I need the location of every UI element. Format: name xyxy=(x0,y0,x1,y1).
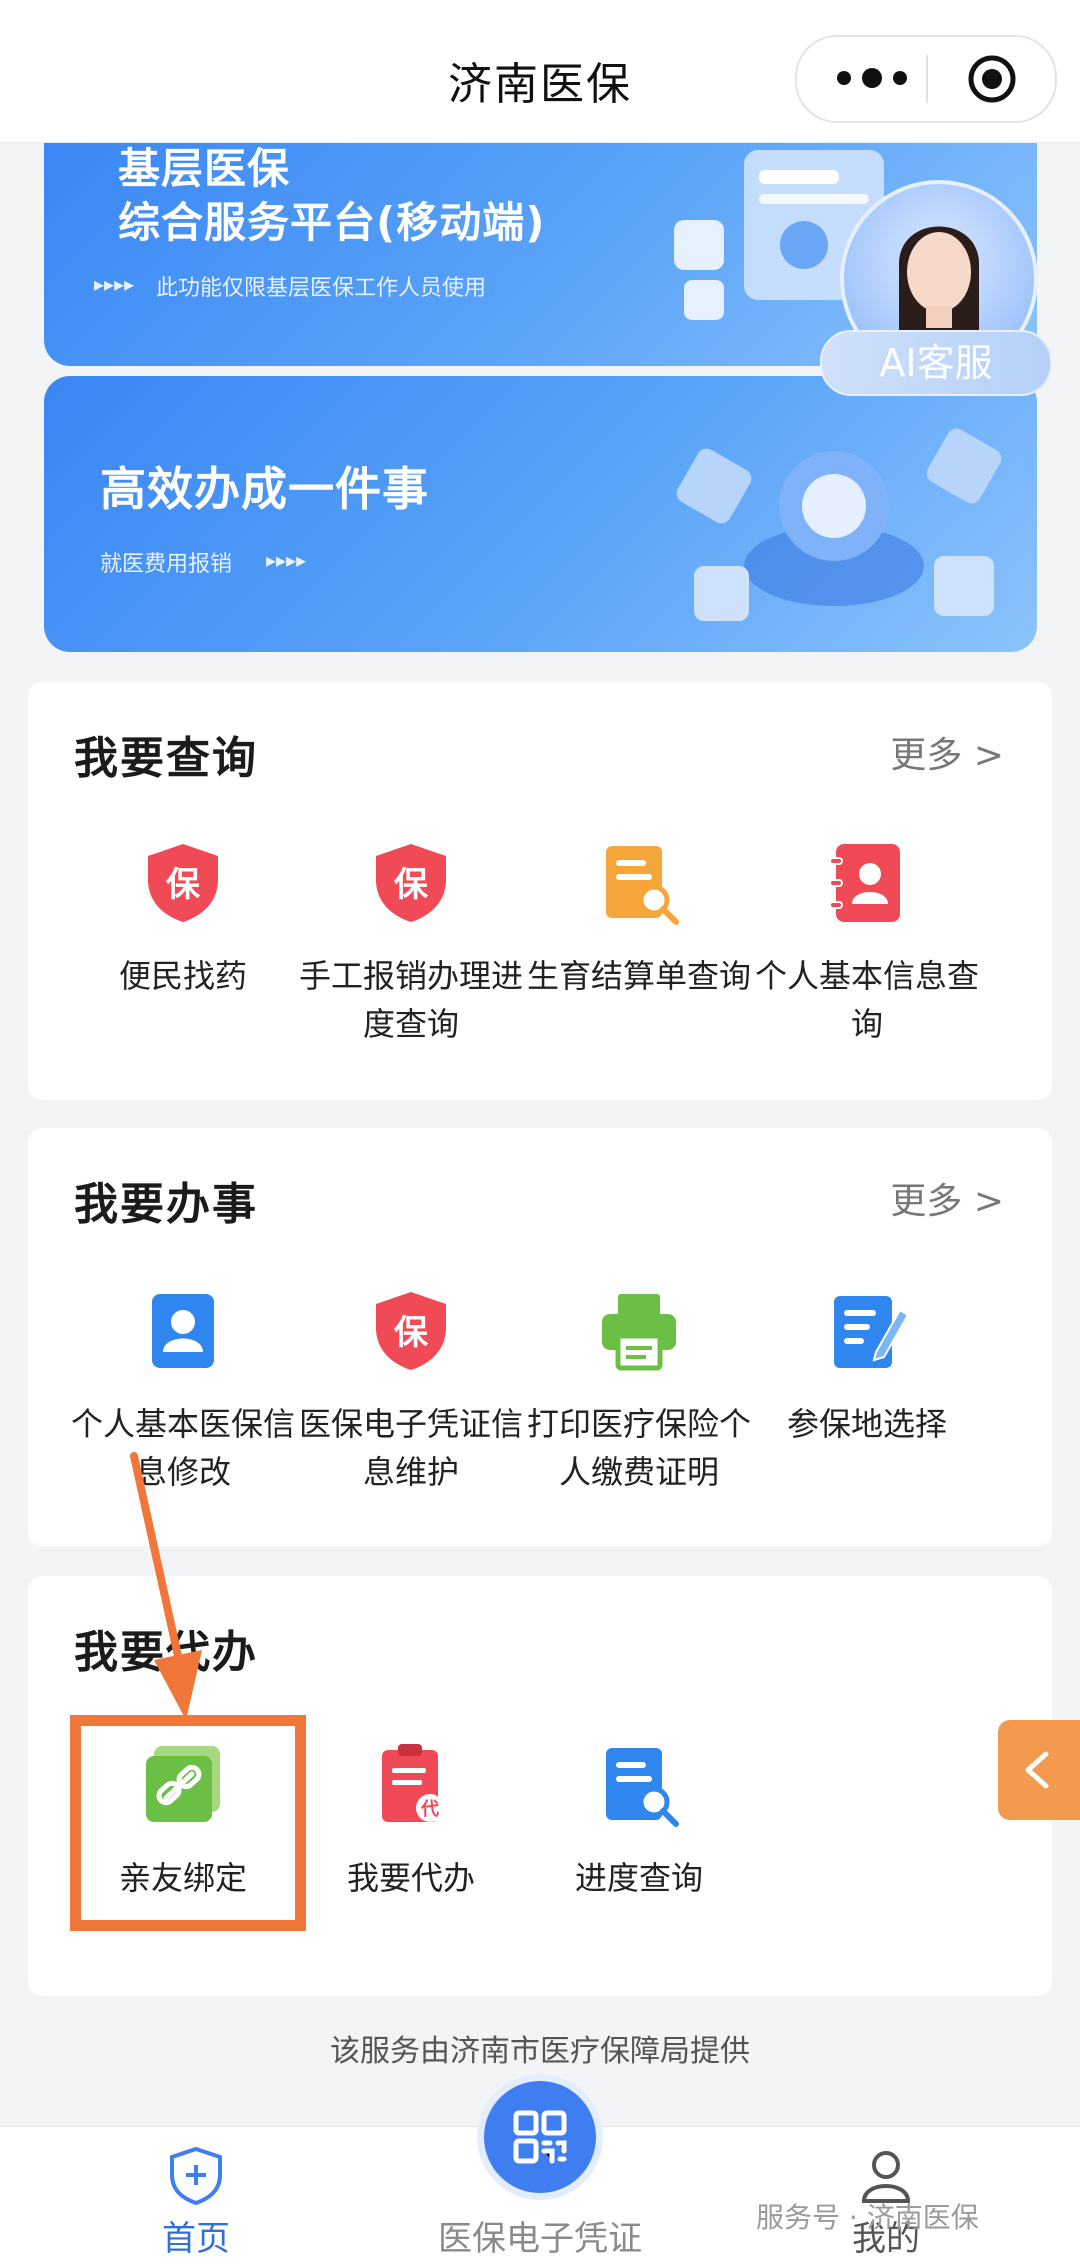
annotation-highlight-box xyxy=(70,1715,306,1931)
annotation-arrow-icon xyxy=(130,1452,202,1720)
chevron-left-icon xyxy=(1025,1751,1049,1789)
banner2-title: 高效办成一件事 xyxy=(100,462,429,516)
edit-document-icon xyxy=(834,1296,910,1368)
grid-item-label: 生育结算单查询 xyxy=(526,957,751,995)
grid-item-label: 我要代办 xyxy=(346,1859,475,1897)
query-card: 我要查询 更多 > 保 便民找药 保 手工报销办理进度查询 生育结算单查询 个人… xyxy=(28,682,1052,1100)
tab-home-label: 首页 xyxy=(162,2219,230,2259)
svg-text:保: 保 xyxy=(166,865,201,905)
grid-item-label: 手工报销办理进度查询 xyxy=(298,957,523,1043)
title-bar: 济南医保 xyxy=(0,0,1080,143)
query-section-title: 我要查询 xyxy=(74,733,258,784)
banner-title-line2: 综合服务平台(移动端) xyxy=(118,198,546,247)
grid-item-insured-location[interactable]: 参保地选择 xyxy=(752,1288,982,1448)
banner2-subtitle: 就医费用报销 xyxy=(100,552,233,577)
tab-voucher[interactable]: 医保电子凭证 xyxy=(420,2211,660,2260)
grid-item-label: 参保地选择 xyxy=(786,1405,947,1443)
shield-plus-icon xyxy=(170,2146,222,2205)
grid-item-label: 医保电子凭证信息维护 xyxy=(298,1405,523,1491)
banner-subtitle: 此功能仅限基层医保工作人员使用 xyxy=(156,276,487,301)
grid-item-label: 打印医疗保险个人缴费证明 xyxy=(526,1405,751,1491)
tab-voucher-label: 医保电子凭证 xyxy=(438,2219,642,2259)
grid-item-maternity-settlement[interactable]: 生育结算单查询 xyxy=(524,840,754,1000)
printer-icon xyxy=(602,1294,676,1371)
shield-bao-icon: 保 xyxy=(148,844,218,922)
voucher-qr-button[interactable] xyxy=(477,2074,603,2200)
person-card-icon xyxy=(152,1294,214,1368)
banner2-arrows-icon: ▸▸▸▸ xyxy=(266,548,307,572)
capsule-divider xyxy=(926,55,928,103)
grid-item-proxy-handle[interactable]: 代 我要代办 xyxy=(296,1742,526,1902)
grid-item-voucher-maintenance[interactable]: 保 医保电子凭证信息维护 xyxy=(296,1288,526,1496)
ai-service-label: AI客服 xyxy=(820,330,1052,396)
svg-text:保: 保 xyxy=(394,1313,429,1353)
handle-more-link[interactable]: 更多 > xyxy=(890,1172,1004,1224)
process-illustration-icon xyxy=(676,428,1002,621)
banner-arrows-icon: ▸▸▸▸ xyxy=(94,272,135,296)
proxy-document-icon: 代 xyxy=(382,1744,444,1822)
grid-item-label: 个人基本信息查询 xyxy=(754,957,979,1043)
side-collapse-tab[interactable] xyxy=(998,1720,1080,1820)
grid-item-manual-reimbursement[interactable]: 保 手工报销办理进度查询 xyxy=(296,840,526,1048)
svg-text:代: 代 xyxy=(420,1799,439,1820)
grid-item-print-payment-proof[interactable]: 打印医疗保险个人缴费证明 xyxy=(524,1288,754,1496)
document-search-icon xyxy=(606,1748,679,1827)
document-search-icon xyxy=(606,846,679,925)
one-thing-banner[interactable]: 高效办成一件事 就医费用报销 ▸▸▸▸ xyxy=(44,376,1037,652)
grid-item-personal-info-query[interactable]: 个人基本信息查询 xyxy=(752,840,982,1048)
provider-text: 该服务由济南市医疗保障局提供 xyxy=(330,2034,750,2069)
grid-item-progress-query[interactable]: 进度查询 xyxy=(524,1742,754,1902)
handle-section-title: 我要办事 xyxy=(74,1179,258,1230)
contact-book-icon xyxy=(829,844,900,922)
ai-customer-service[interactable]: AI客服 xyxy=(820,180,1052,396)
shield-bao-icon: 保 xyxy=(376,844,446,922)
qr-code-icon xyxy=(513,2110,567,2164)
target-circle-icon[interactable] xyxy=(967,54,1017,104)
watermark-text: 服务号 · 济南医保 xyxy=(756,2201,979,2234)
mini-program-capsule xyxy=(795,35,1057,123)
shield-bao-icon: 保 xyxy=(376,1292,446,1370)
more-dots-icon[interactable] xyxy=(835,63,909,93)
svg-text:保: 保 xyxy=(394,865,429,905)
tab-home[interactable]: 首页 xyxy=(136,2145,256,2260)
grid-item-label: 便民找药 xyxy=(118,957,247,995)
query-more-link[interactable]: 更多 > xyxy=(890,726,1004,778)
grid-item-find-medicine[interactable]: 保 便民找药 xyxy=(68,840,298,1000)
banner-title-line1: 基层医保 xyxy=(118,144,291,193)
grid-item-label: 进度查询 xyxy=(574,1859,703,1897)
